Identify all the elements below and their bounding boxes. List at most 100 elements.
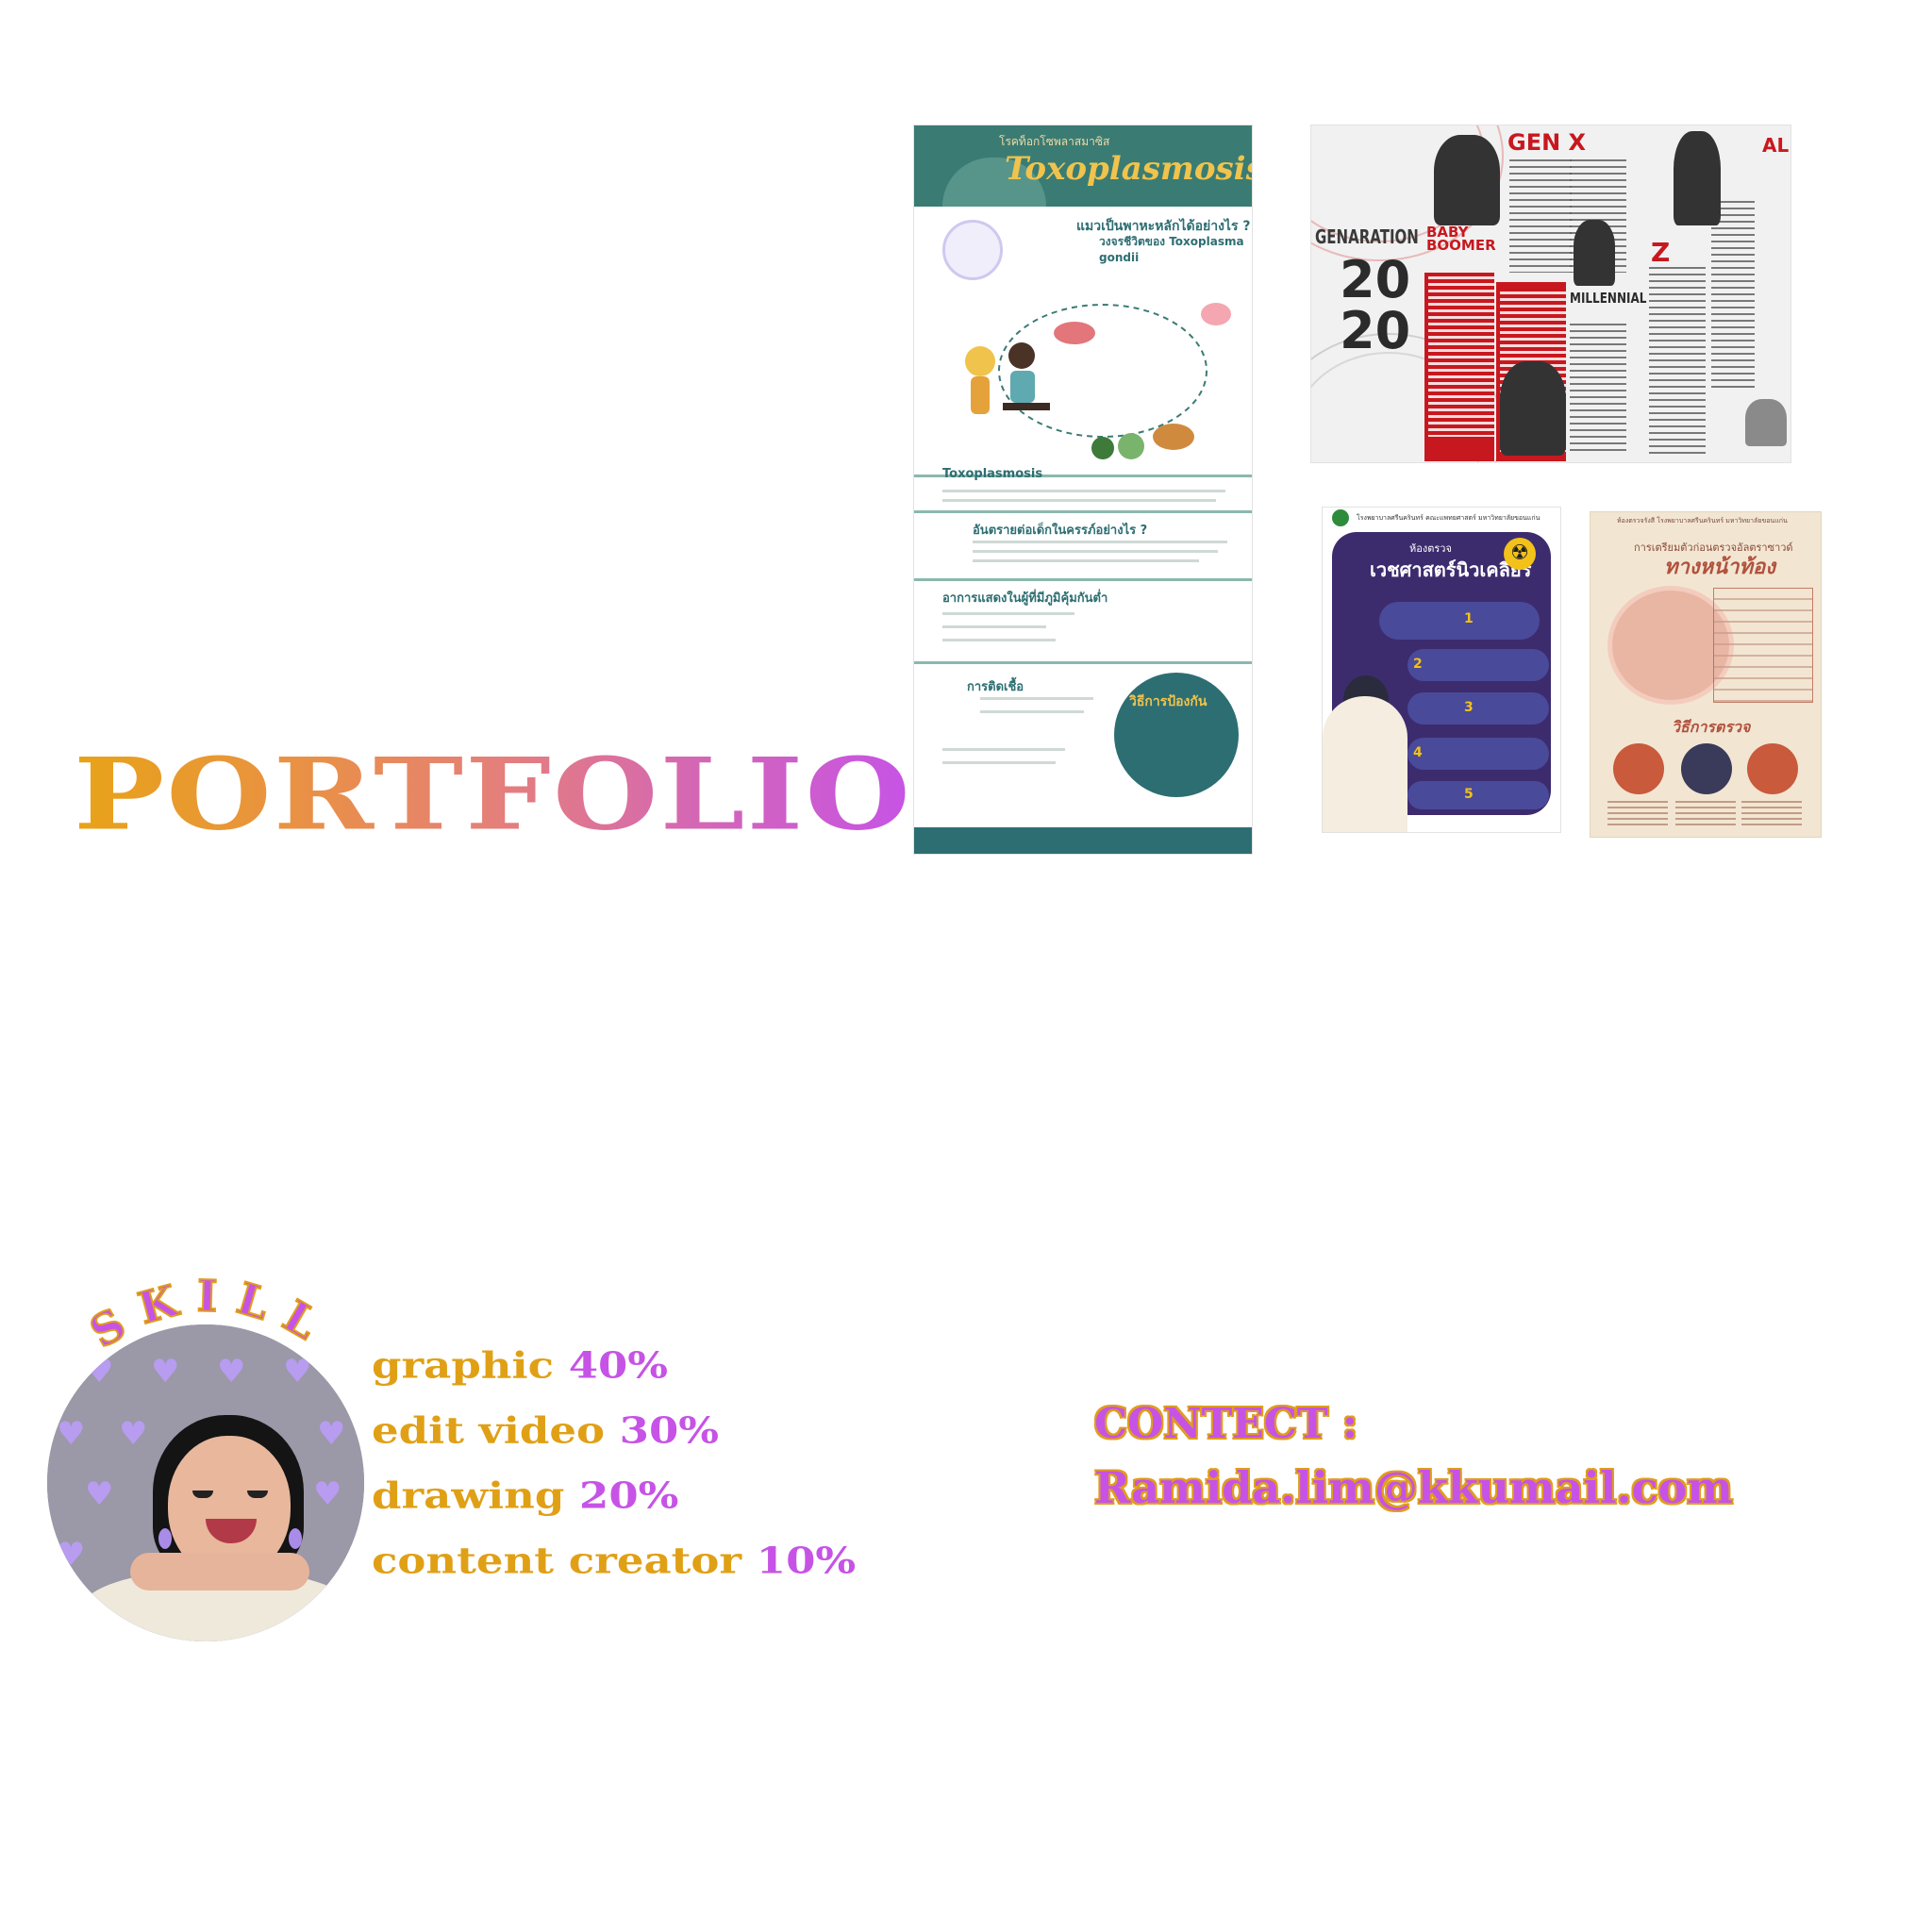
photo-gen-z	[1674, 131, 1721, 225]
heart-icon: ♥	[85, 1353, 114, 1391]
photo-baby-boomer	[1500, 361, 1566, 456]
step-number: 3	[1464, 700, 1474, 715]
poster-header-text: ห้องตรวจรังสี โรงพยาบาลศรีนครินทร์ มหาวิ…	[1617, 517, 1788, 525]
avatar-earring	[158, 1528, 172, 1549]
skill-name: drawing	[372, 1474, 565, 1517]
text-column	[1509, 159, 1572, 273]
text-line	[942, 625, 1046, 628]
portfolio-item-generation[interactable]: GENARATION 20 20 GEN X BABY BOOMER MILLE…	[1311, 125, 1790, 462]
heart-icon: ♥	[119, 1415, 148, 1453]
contact-email-link[interactable]: Ramida.lim@kkumail.com	[1093, 1465, 1735, 1511]
text-line	[973, 550, 1218, 553]
exam-step-icon	[1681, 743, 1732, 794]
text-line	[973, 541, 1227, 543]
divider	[914, 510, 1252, 513]
text-line	[980, 697, 1093, 700]
divider	[914, 661, 1252, 664]
avatar: ♥ ♥ ♥ ♥ ♥ ♥ ♥ ♥ ♥ ♥	[47, 1324, 364, 1641]
skill-item-content-creator: content creator 10%	[372, 1542, 856, 1578]
heart-icon: ♥	[317, 1415, 346, 1453]
step-pill	[1407, 692, 1549, 724]
life-cycle-illustration	[965, 303, 1231, 459]
photo-gen-x	[1434, 135, 1500, 225]
text-line	[973, 559, 1199, 562]
skill-name: graphic	[372, 1343, 555, 1387]
contact-label: CONTECT :	[1092, 1400, 1358, 1448]
exam-step-icon	[1613, 743, 1664, 794]
portfolio-item-nuclear-medicine[interactable]: โรงพยาบาลศรีนครินทร์ คณะแพทยศาสตร์ มหาวิ…	[1323, 508, 1560, 832]
photo-alpha	[1745, 399, 1787, 446]
portfolio-title: PORTFOLIO	[74, 736, 912, 853]
section-heading: อันตรายต่อเด็กในครรภ์อย่างไร ?	[973, 524, 1148, 538]
text-line	[942, 761, 1056, 764]
text-line	[980, 710, 1084, 713]
step-number: 4	[1413, 745, 1423, 760]
skill-percent: 30%	[619, 1408, 720, 1452]
step-pill	[1407, 738, 1549, 770]
heart-icon: ♥	[85, 1475, 114, 1513]
section-heading: อาการแสดงในผู้ที่มีภูมิคุ้มกันต่ำ	[942, 591, 1108, 606]
baby-boomer-label: BABY BOOMER	[1426, 224, 1496, 255]
exam-step-icon	[1747, 743, 1798, 794]
generation-year-top: 20	[1340, 250, 1411, 309]
step-number: 1	[1464, 611, 1474, 626]
skill-percent: 20%	[579, 1474, 679, 1517]
text-line	[942, 639, 1056, 641]
avatar-hands	[130, 1553, 309, 1591]
microscope-graphic	[942, 220, 1003, 280]
nurse-illustration	[1323, 696, 1407, 832]
poster-title: Toxoplasmosis	[1005, 150, 1252, 188]
step-number: 2	[1413, 657, 1423, 672]
heart-icon: ♥	[57, 1415, 86, 1453]
poster-header-text: โรงพยาบาลศรีนครินทร์ คณะแพทยศาสตร์ มหาวิ…	[1357, 514, 1541, 522]
skill-percent: 40%	[568, 1343, 669, 1387]
millennial-label: MILLENNIAL	[1570, 290, 1647, 307]
poster-section-heading: วิธีการตรวจ	[1672, 718, 1751, 736]
text-line	[942, 490, 1225, 492]
portfolio-item-ultrasound[interactable]: ห้องตรวจรังสี โรงพยาบาลศรีนครินทร์ มหาวิ…	[1591, 512, 1821, 837]
poster-question-sub: วงจรชีวิตของ Toxoplasma gondii	[1099, 235, 1244, 264]
photo-millennial	[1574, 220, 1615, 286]
text-column	[1570, 324, 1626, 456]
text-line	[942, 499, 1216, 502]
skill-item-graphic: graphic 40%	[372, 1347, 668, 1383]
skill-item-edit-video: edit video 30%	[372, 1412, 719, 1448]
heart-icon: ♥	[57, 1536, 86, 1574]
skill-name: edit video	[372, 1408, 605, 1452]
heart-icon: ♥	[151, 1353, 180, 1391]
heart-icon: ♥	[283, 1353, 312, 1391]
step-pill	[1379, 602, 1540, 640]
prevention-heading: วิธีการป้องกัน	[1129, 694, 1208, 709]
divider	[914, 578, 1252, 581]
section-heading: Toxoplasmosis	[942, 467, 1043, 481]
text-block	[1741, 801, 1802, 829]
poster-title: ทางหน้าท้อง	[1664, 555, 1775, 579]
gen-z-label: Z	[1651, 237, 1671, 268]
text-block	[1607, 801, 1668, 829]
avatar-earring	[289, 1528, 302, 1549]
heart-icon: ♥	[313, 1475, 342, 1513]
skill-name: content creator	[372, 1539, 742, 1582]
generation-year-bottom: 20	[1340, 301, 1411, 360]
step-pill	[1407, 781, 1549, 809]
poster-footer	[914, 827, 1252, 854]
preparation-steps-box	[1713, 588, 1813, 703]
gen-x-label: GEN X	[1507, 129, 1587, 156]
text-column	[1649, 267, 1706, 456]
alpha-label: ALPHA	[1762, 134, 1790, 157]
text-column	[1428, 276, 1494, 437]
heart-icon: ♥	[217, 1353, 246, 1391]
step-number: 5	[1464, 787, 1474, 802]
text-column	[1711, 201, 1755, 390]
step-pill	[1407, 649, 1549, 681]
text-line	[942, 748, 1065, 751]
poster-subtitle: โรคท็อกโซพลาสมาซิส	[999, 135, 1110, 148]
hospital-logo-icon	[1332, 509, 1349, 526]
generation-label: GENARATION	[1315, 225, 1419, 248]
text-line	[942, 612, 1074, 615]
skill-item-drawing: drawing 20%	[372, 1477, 678, 1513]
portfolio-item-toxoplasmosis[interactable]: โรคท็อกโซพลาสมาซิส Toxoplasmosis แมวเป็น…	[914, 125, 1252, 854]
section-heading: การติดเชื้อ	[967, 680, 1024, 694]
skill-percent: 10%	[756, 1539, 857, 1582]
text-block	[1675, 801, 1736, 829]
